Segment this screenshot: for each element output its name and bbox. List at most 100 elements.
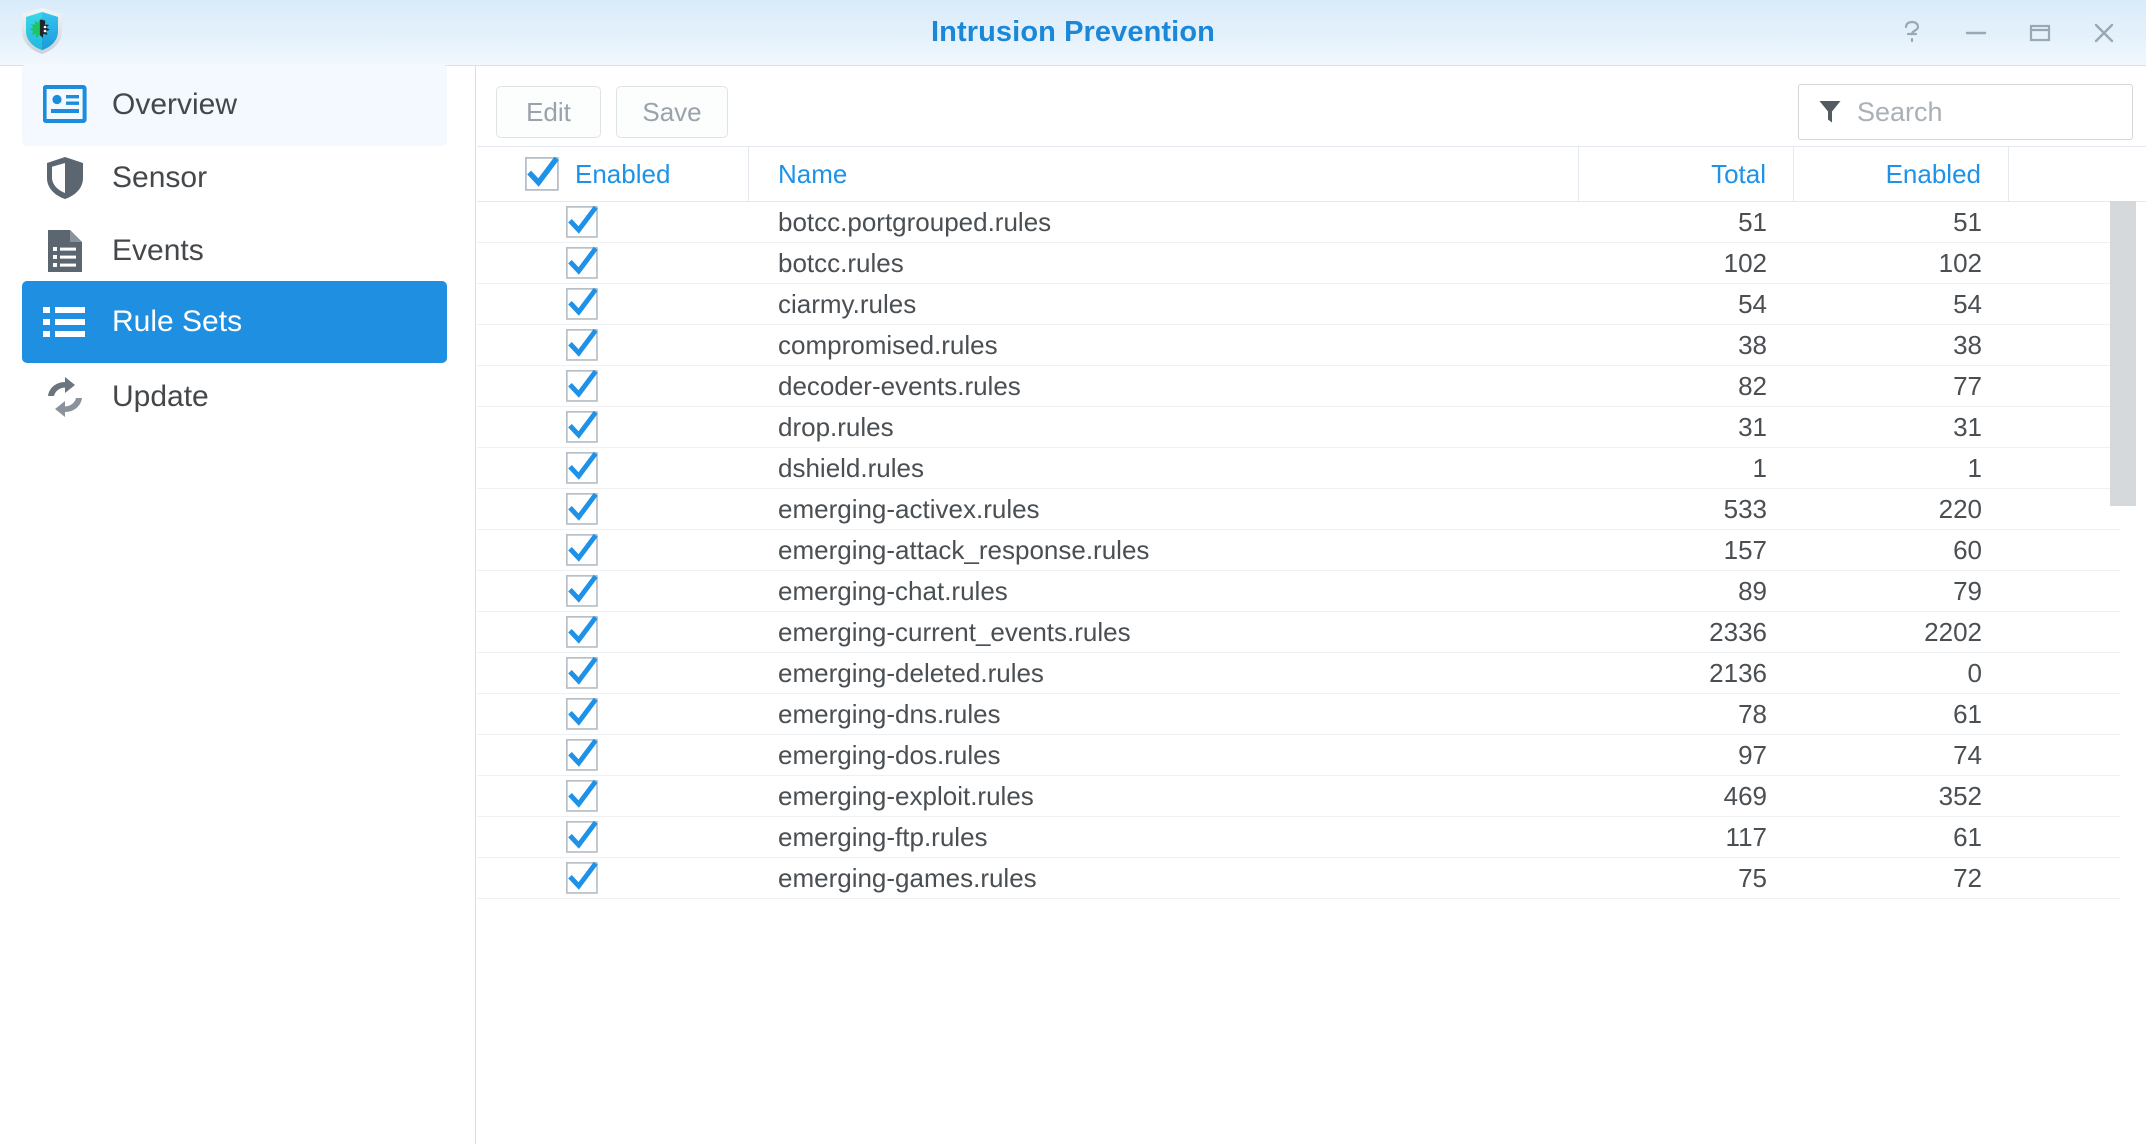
row-enabled-cell[interactable] (477, 489, 749, 529)
maximize-button[interactable] (2008, 8, 2072, 58)
row-enabled-checkbox[interactable] (565, 533, 598, 566)
row-enabled-count-cell: 31 (1953, 411, 1982, 442)
table-row[interactable]: botcc.portgrouped.rules 51 51 (477, 202, 2146, 243)
row-name-cell: botcc.rules (778, 247, 904, 278)
table-row[interactable]: emerging-dns.rules 78 61 (477, 694, 2146, 735)
row-enabled-cell[interactable] (477, 530, 749, 570)
table-row[interactable]: dshield.rules 1 1 (477, 448, 2146, 489)
row-enabled-checkbox[interactable] (565, 492, 598, 525)
table-row[interactable]: emerging-activex.rules 533 220 (477, 489, 2146, 530)
table-row[interactable]: emerging-deleted.rules 2136 0 (477, 653, 2146, 694)
row-enabled-checkbox[interactable] (565, 287, 598, 320)
row-total-cell: 82 (1738, 370, 1767, 401)
row-enabled-cell[interactable] (477, 612, 749, 652)
table-row[interactable]: ciarmy.rules 54 54 (477, 284, 2146, 325)
row-enabled-checkbox[interactable] (565, 697, 598, 730)
sidebar-item-sensor[interactable]: Sensor (22, 137, 447, 219)
table-row[interactable]: botcc.rules 102 102 (477, 243, 2146, 284)
table-row[interactable]: drop.rules 31 31 (477, 407, 2146, 448)
close-button[interactable] (2072, 8, 2136, 58)
row-total-cell: 2136 (1709, 657, 1767, 688)
sidebar-item-update[interactable]: Update (22, 356, 447, 438)
table-row[interactable]: emerging-current_events.rules 2336 2202 (477, 612, 2146, 653)
row-total-cell: 469 (1723, 780, 1767, 811)
window-controls (1880, 0, 2136, 66)
sidebar-item-rule-sets[interactable]: Rule Sets (22, 281, 447, 363)
table-row[interactable]: emerging-games.rules 75 72 (477, 858, 2146, 899)
table-row[interactable]: emerging-attack_response.rules 157 60 (477, 530, 2146, 571)
row-enabled-cell[interactable] (477, 407, 749, 447)
row-name-cell: decoder-events.rules (778, 370, 1021, 401)
help-button[interactable] (1880, 8, 1944, 58)
column-header-total-label: Total (1711, 158, 1766, 189)
row-enabled-checkbox[interactable] (565, 328, 598, 361)
row-name-cell: drop.rules (778, 411, 894, 442)
row-name-cell: emerging-ftp.rules (778, 821, 988, 852)
row-enabled-cell[interactable] (477, 858, 749, 898)
table-row[interactable]: emerging-exploit.rules 469 352 (477, 776, 2146, 817)
row-enabled-cell[interactable] (477, 448, 749, 488)
row-enabled-checkbox[interactable] (565, 369, 598, 402)
row-total-cell: 51 (1738, 206, 1767, 237)
document-list-icon (42, 228, 88, 274)
row-enabled-count-cell: 38 (1953, 329, 1982, 360)
minimize-button[interactable] (1944, 8, 2008, 58)
row-enabled-cell[interactable] (477, 653, 749, 693)
row-total-cell: 102 (1723, 247, 1767, 278)
row-enabled-checkbox[interactable] (565, 205, 598, 238)
filter-funnel-icon (1819, 100, 1841, 124)
row-enabled-checkbox[interactable] (565, 451, 598, 484)
table-row[interactable]: emerging-ftp.rules 117 61 (477, 817, 2146, 858)
sidebar-item-overview[interactable]: Overview (22, 64, 447, 146)
save-button[interactable]: Save (616, 86, 728, 138)
search-box[interactable] (1798, 84, 2146, 140)
row-name-cell: emerging-exploit.rules (778, 780, 1034, 811)
row-enabled-count-cell: 54 (1953, 288, 1982, 319)
sidebar-item-label: Sensor (112, 161, 208, 194)
row-enabled-cell[interactable] (477, 776, 749, 816)
row-enabled-count-cell: 74 (1953, 739, 1982, 770)
search-input[interactable] (1857, 96, 2146, 128)
row-enabled-cell[interactable] (477, 817, 749, 857)
row-enabled-checkbox[interactable] (565, 820, 598, 853)
select-all-checkbox[interactable] (524, 156, 559, 191)
row-enabled-count-cell: 77 (1953, 370, 1982, 401)
row-enabled-cell[interactable] (477, 366, 749, 406)
row-enabled-cell[interactable] (477, 571, 749, 611)
row-enabled-checkbox[interactable] (565, 410, 598, 443)
row-enabled-cell[interactable] (477, 243, 749, 283)
vertical-scrollbar-thumb[interactable] (2110, 201, 2136, 506)
column-header-enabled-checkbox[interactable]: Enabled (477, 147, 749, 201)
row-enabled-checkbox[interactable] (565, 574, 598, 607)
row-name-cell: botcc.portgrouped.rules (778, 206, 1052, 237)
row-enabled-checkbox[interactable] (565, 738, 598, 771)
row-name-cell: compromised.rules (778, 329, 998, 360)
table-row[interactable]: decoder-events.rules 82 77 (477, 366, 2146, 407)
row-total-cell: 38 (1738, 329, 1767, 360)
column-header-name[interactable]: Name (749, 147, 1579, 201)
column-header-enabled-count[interactable]: Enabled (1794, 147, 2009, 201)
table-row[interactable]: emerging-dos.rules 97 74 (477, 735, 2146, 776)
sidebar-item-events[interactable]: Events (22, 210, 447, 292)
table-body: botcc.portgrouped.rules 51 51 botcc.rules 10… (477, 202, 2146, 899)
row-enabled-cell[interactable] (477, 202, 749, 242)
row-enabled-checkbox[interactable] (565, 246, 598, 279)
table-row[interactable]: emerging-chat.rules 89 79 (477, 571, 2146, 612)
toolbar: Edit Save (477, 66, 2146, 146)
row-enabled-cell[interactable] (477, 735, 749, 775)
row-total-cell: 117 (1725, 821, 1767, 852)
row-enabled-checkbox[interactable] (565, 615, 598, 648)
row-enabled-cell[interactable] (477, 284, 749, 324)
refresh-icon (42, 374, 88, 420)
row-name-cell: emerging-games.rules (778, 862, 1037, 893)
row-enabled-cell[interactable] (477, 325, 749, 365)
row-enabled-checkbox[interactable] (565, 656, 598, 689)
row-enabled-checkbox[interactable] (565, 779, 598, 812)
column-header-total[interactable]: Total (1579, 147, 1794, 201)
row-enabled-checkbox[interactable] (565, 861, 598, 894)
table-row[interactable]: compromised.rules 38 38 (477, 325, 2146, 366)
edit-button[interactable]: Edit (496, 86, 601, 138)
row-enabled-count-cell: 72 (1953, 862, 1982, 893)
row-enabled-cell[interactable] (477, 694, 749, 734)
row-enabled-count-cell: 220 (1938, 493, 1982, 524)
